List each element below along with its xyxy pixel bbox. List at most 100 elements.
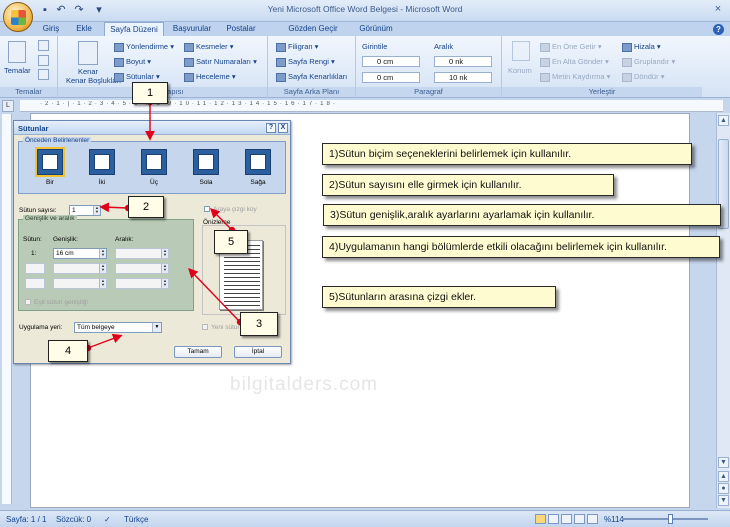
hyphenation-button[interactable]: Heceleme ▾	[184, 72, 236, 82]
chevron-down-icon[interactable]: ▼	[152, 323, 161, 332]
preset-label-right: Sağa	[250, 179, 266, 186]
row2-width-spinner-icon[interactable]: ▲ ▼	[99, 264, 106, 273]
help-icon[interactable]: ?	[713, 24, 724, 35]
note-1: 1)Sütun biçim seçeneklerini belirlemek i…	[322, 143, 692, 165]
position-button[interactable]: Konum	[508, 66, 532, 75]
dialog-title: Sütunlar	[18, 124, 49, 133]
web-layout-icon[interactable]	[561, 514, 572, 524]
tab-basvurular[interactable]: Başvurular	[170, 22, 214, 36]
print-layout-icon[interactable]	[535, 514, 546, 524]
text-wrap-button[interactable]: Metin Kaydırma ▾	[540, 72, 610, 82]
margins-button[interactable]: Kenar Boşlukları	[66, 76, 121, 85]
orientation-button[interactable]: Yönlendirme ▾	[114, 42, 174, 52]
group-label-paragraf: Paragraf	[356, 87, 501, 97]
tab-gozden-gecir[interactable]: Gözden Geçir	[286, 22, 340, 36]
proofing-icon[interactable]: ✓	[104, 515, 111, 524]
dialog-title-bar[interactable]: Sütunlar ? X	[14, 121, 290, 135]
theme-fonts-icon[interactable]	[38, 55, 49, 66]
bring-front-button[interactable]: En Öne Getir ▾	[540, 42, 602, 52]
tab-ekle[interactable]: Ekle	[72, 22, 96, 36]
row3-spacing-spinner-icon[interactable]: ▲ ▼	[161, 279, 168, 288]
spacing-after-input[interactable]: 10 nk	[434, 72, 492, 83]
position-icon[interactable]	[512, 41, 530, 61]
preset-one[interactable]	[35, 147, 65, 177]
themes-icon[interactable]	[8, 41, 26, 63]
page-count[interactable]: Sayfa: 1 / 1	[6, 515, 46, 524]
dialog-help-icon[interactable]: ?	[266, 123, 276, 133]
ok-button[interactable]: Tamam	[174, 346, 222, 358]
page-borders-icon	[276, 72, 286, 82]
themes-button[interactable]: Temalar	[4, 66, 31, 75]
tab-giris[interactable]: Giriş	[38, 22, 64, 36]
page-borders-button[interactable]: Sayfa Kenarlıkları	[276, 72, 347, 82]
preset-left[interactable]	[193, 149, 219, 175]
group-temalar: Temalar Temalar	[0, 36, 58, 98]
scroll-up-icon[interactable]: ▲	[718, 115, 729, 126]
language-status[interactable]: Türkçe	[124, 515, 148, 524]
preview-lines	[224, 245, 260, 307]
spacing-before-input[interactable]: 0 nk	[434, 56, 492, 67]
align-button[interactable]: Hizala ▾	[622, 42, 661, 52]
group-label-arka-plan: Sayfa Arka Planı	[268, 87, 355, 97]
cancel-button[interactable]: İptal	[234, 346, 282, 358]
tab-postalar[interactable]: Postalar	[222, 22, 260, 36]
tab-gorunum[interactable]: Görünüm	[356, 22, 396, 36]
group-button[interactable]: Gruplandır ▾	[622, 57, 675, 67]
theme-effects-icon[interactable]	[38, 69, 49, 80]
row3-width-spinner-icon[interactable]: ▲ ▼	[99, 279, 106, 288]
columns-button[interactable]: Sütunlar ▾	[114, 72, 160, 82]
margins-button-top[interactable]: Kenar	[78, 67, 98, 76]
watermark-button[interactable]: Filigran ▾	[276, 42, 318, 52]
width-spinner-icon[interactable]: ▲ ▼	[99, 249, 106, 258]
size-icon	[114, 57, 124, 67]
breaks-button[interactable]: Kesmeler ▾	[184, 42, 234, 52]
theme-colors-icon[interactable]	[38, 40, 49, 51]
send-back-button[interactable]: En Alta Gönder ▾	[540, 57, 609, 67]
tab-selector-icon[interactable]: L	[2, 100, 14, 112]
close-icon[interactable]: ×	[708, 2, 728, 17]
apply-to-select[interactable]: Tüm belgeye ▼	[74, 322, 162, 333]
office-button[interactable]	[3, 2, 33, 32]
vertical-ruler[interactable]	[2, 114, 12, 504]
zoom-slider[interactable]	[622, 518, 708, 520]
row2-width-input[interactable]: ▲ ▼	[53, 263, 107, 274]
row3-width-input[interactable]: ▲ ▼	[53, 278, 107, 289]
full-screen-icon[interactable]	[548, 514, 559, 524]
indent-left-input[interactable]: 0 cm	[362, 56, 420, 67]
row2-spacing-spinner-icon[interactable]: ▲ ▼	[161, 264, 168, 273]
browse-object-icon[interactable]: ●	[718, 483, 729, 494]
new-column-checkbox[interactable]	[202, 324, 208, 330]
draft-icon[interactable]	[587, 514, 598, 524]
equal-width-checkbox[interactable]	[25, 299, 31, 305]
line-numbers-button[interactable]: Satır Numaraları ▾	[184, 57, 257, 67]
page-color-button[interactable]: Sayfa Rengi ▾	[276, 57, 335, 67]
vertical-scrollbar[interactable]: ▲ ▼ ▲ ● ▼	[716, 113, 730, 508]
indent-right-input[interactable]: 0 cm	[362, 72, 420, 83]
column-spacing-input[interactable]: ▲ ▼	[115, 248, 169, 259]
zoom-level[interactable]: %114	[604, 515, 624, 524]
preset-three[interactable]	[141, 149, 167, 175]
prev-page-icon[interactable]: ▲	[718, 471, 729, 482]
bring-front-icon	[540, 42, 550, 52]
scroll-down-icon[interactable]: ▼	[718, 457, 729, 468]
row2-spacing-input[interactable]: ▲ ▼	[115, 263, 169, 274]
size-button[interactable]: Boyut ▾	[114, 57, 151, 67]
next-page-icon[interactable]: ▼	[718, 495, 729, 506]
preset-right[interactable]	[245, 149, 271, 175]
note-5: 5)Sütunların arasına çizgi ekler.	[322, 286, 556, 308]
spacing-spinner-icon[interactable]: ▲ ▼	[161, 249, 168, 258]
row3-spacing-input[interactable]: ▲ ▼	[115, 278, 169, 289]
zoom-slider-thumb[interactable]	[668, 514, 673, 524]
preset-label-left: Sola	[199, 179, 213, 186]
column-width-input[interactable]: 16 cm ▲ ▼	[53, 248, 107, 259]
margins-icon[interactable]	[78, 41, 98, 65]
note-3: 3)Sütun genişlik,aralık ayarlarını ayarl…	[323, 204, 721, 226]
preset-two[interactable]	[89, 149, 115, 175]
word-count[interactable]: Sözcük: 0	[56, 515, 91, 524]
line-between-checkbox[interactable]	[204, 206, 210, 212]
rotate-button[interactable]: Döndür ▾	[622, 72, 664, 82]
dialog-close-icon[interactable]: X	[278, 123, 288, 133]
tab-sayfa-duzeni[interactable]: Sayfa Düzeni	[104, 22, 164, 37]
column-count-spinner-icon[interactable]: ▲ ▼	[93, 206, 100, 215]
outline-icon[interactable]	[574, 514, 585, 524]
